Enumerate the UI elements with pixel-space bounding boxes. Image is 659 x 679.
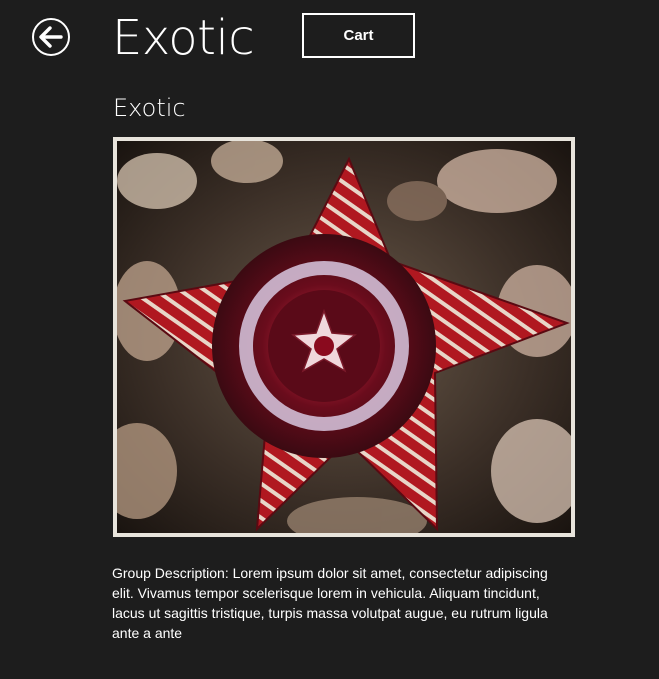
cart-button[interactable]: Cart xyxy=(302,13,415,58)
page: Exotic Cart Exotic Group Description: Lo… xyxy=(0,0,659,679)
back-arrow-icon xyxy=(39,26,63,48)
exotic-flower-image xyxy=(117,141,571,533)
page-title: Exotic xyxy=(112,10,255,66)
group-subtitle: Exotic xyxy=(113,94,186,122)
group-description: Group Description: Lorem ipsum dolor sit… xyxy=(112,565,548,641)
cart-button-label: Cart xyxy=(343,27,374,44)
group-image[interactable] xyxy=(113,137,575,537)
back-button[interactable] xyxy=(32,18,70,56)
